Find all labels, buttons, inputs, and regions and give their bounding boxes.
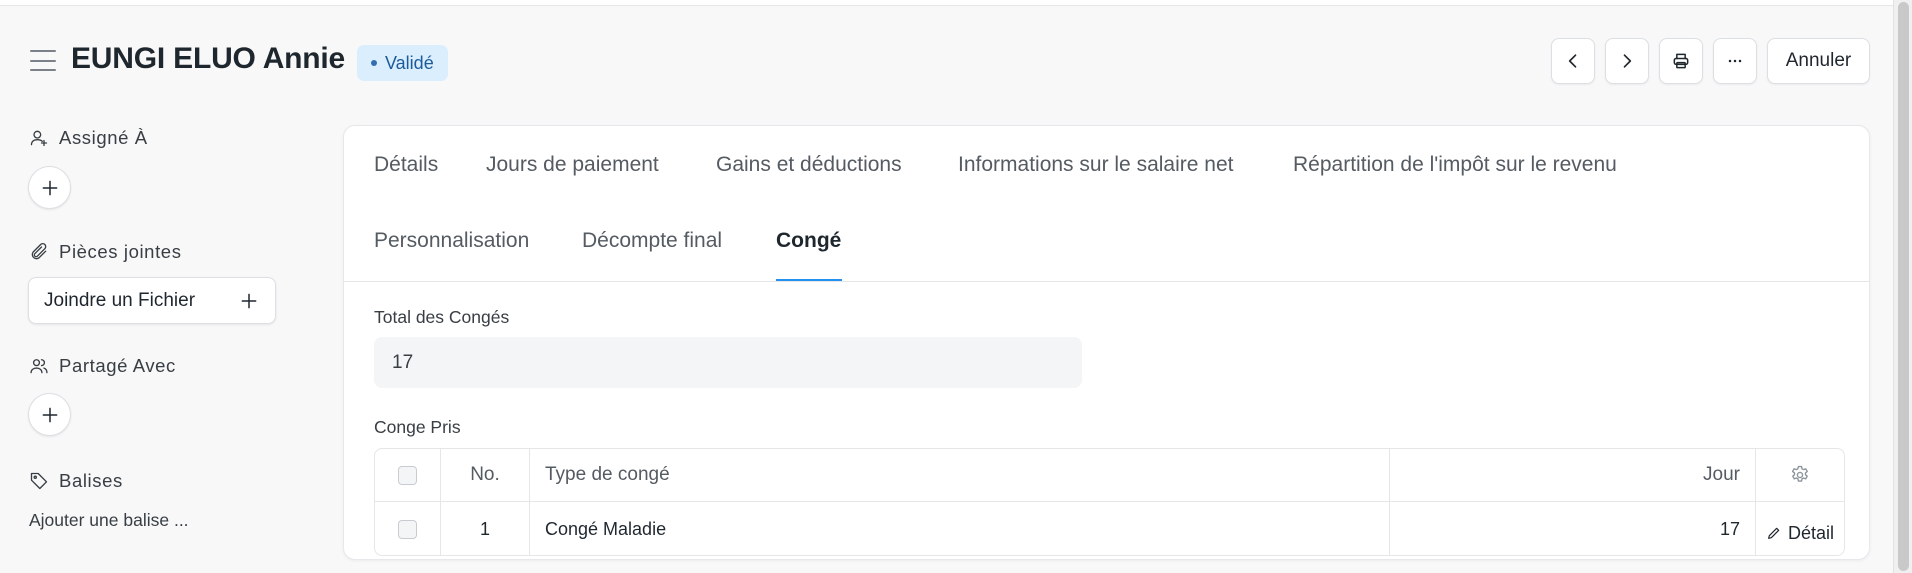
shared-with-label: Partagé Avec <box>59 355 176 376</box>
attach-file-button[interactable]: Joindre un Fichier <box>28 277 276 324</box>
chevron-left-icon <box>1568 54 1577 68</box>
row-check-cell <box>375 502 441 555</box>
tab-income-tax-breakup[interactable]: Répartition de l'impôt sur le revenu <box>1293 153 1617 177</box>
tab-leave[interactable]: Congé <box>776 229 841 253</box>
add-share-button[interactable] <box>28 393 71 436</box>
previous-button[interactable] <box>1551 38 1595 84</box>
row-days[interactable]: 17 <box>1390 502 1756 555</box>
select-all-checkbox[interactable] <box>398 465 417 485</box>
total-leave-label: Total des Congés <box>374 307 510 327</box>
menu-icon[interactable] <box>30 50 56 71</box>
detail-label: Détail <box>1787 522 1835 543</box>
tab-final-settlement[interactable]: Décompte final <box>582 229 722 253</box>
pencil-icon <box>1768 527 1780 539</box>
tab-payment-days[interactable]: Jours de paiement <box>486 153 659 177</box>
status-badge: Validé <box>357 45 448 81</box>
row-number: 1 <box>441 502 530 555</box>
row-checkbox[interactable] <box>398 519 417 539</box>
row-action-cell: Détail <box>1756 502 1844 555</box>
row-detail-button[interactable]: Détail <box>1766 515 1834 544</box>
tab-net-salary-info[interactable]: Informations sur le salaire net <box>958 153 1233 177</box>
add-tag-link[interactable]: Ajouter une balise ... <box>29 510 189 531</box>
users-icon <box>30 359 48 374</box>
top-bar <box>0 0 1893 6</box>
total-leave-field: 17 <box>374 337 1082 388</box>
tag-icon <box>30 472 48 490</box>
assigned-to-section: Assigné À <box>29 127 148 149</box>
table-header-row: No. Type de congé Jour <box>375 449 1844 502</box>
tags-label: Balises <box>59 470 123 491</box>
status-label: Validé <box>385 52 434 73</box>
plus-icon <box>42 407 57 422</box>
column-header-no: No. <box>441 449 530 501</box>
gear-icon <box>1791 465 1808 482</box>
attachments-label: Pièces jointes <box>59 241 182 262</box>
leave-taken-label: Conge Pris <box>374 417 461 437</box>
tab-personalisation[interactable]: Personnalisation <box>374 229 529 253</box>
form-card: Détails Jours de paiement Gains et déduc… <box>343 125 1870 560</box>
paperclip-icon <box>31 242 47 260</box>
scrollbar-thumb[interactable] <box>1898 2 1909 571</box>
assigned-to-label: Assigné À <box>59 127 148 148</box>
more-actions-button[interactable] <box>1713 38 1757 84</box>
plus-icon <box>42 180 57 195</box>
column-header-days: Jour <box>1390 449 1756 501</box>
tab-earnings-deductions[interactable]: Gains et déductions <box>716 153 902 177</box>
shared-with-section: Partagé Avec <box>29 355 176 377</box>
chevron-right-icon <box>1623 54 1632 68</box>
tags-section: Balises <box>29 470 123 492</box>
header-check-cell <box>375 449 441 501</box>
column-settings-button[interactable] <box>1756 449 1844 501</box>
page-scrollbar[interactable] <box>1893 0 1912 573</box>
tab-details[interactable]: Détails <box>374 153 438 177</box>
user-plus-icon <box>30 130 48 147</box>
row-leave-type[interactable]: Congé Maladie <box>530 502 1390 555</box>
tab-bar: Détails Jours de paiement Gains et déduc… <box>344 126 1869 282</box>
status-dot <box>371 60 377 66</box>
add-assignee-button[interactable] <box>28 166 71 209</box>
more-horizontal-icon <box>1728 59 1742 63</box>
active-tab-indicator <box>776 279 842 281</box>
table-row: 1 Congé Maladie 17 Détail <box>375 502 1844 555</box>
leave-taken-table: No. Type de congé Jour 1 Congé Maladie 1… <box>374 448 1845 556</box>
printer-icon <box>1673 53 1689 69</box>
attach-file-label: Joindre un Fichier <box>44 289 196 311</box>
attachments-section: Pièces jointes <box>29 241 182 263</box>
print-button[interactable] <box>1659 38 1703 84</box>
next-button[interactable] <box>1605 38 1649 84</box>
column-header-leave-type: Type de congé <box>530 449 1390 501</box>
cancel-button[interactable]: Annuler <box>1767 38 1870 84</box>
page-title: EUNGI ELUO Annie <box>71 42 346 75</box>
plus-icon <box>241 293 257 308</box>
